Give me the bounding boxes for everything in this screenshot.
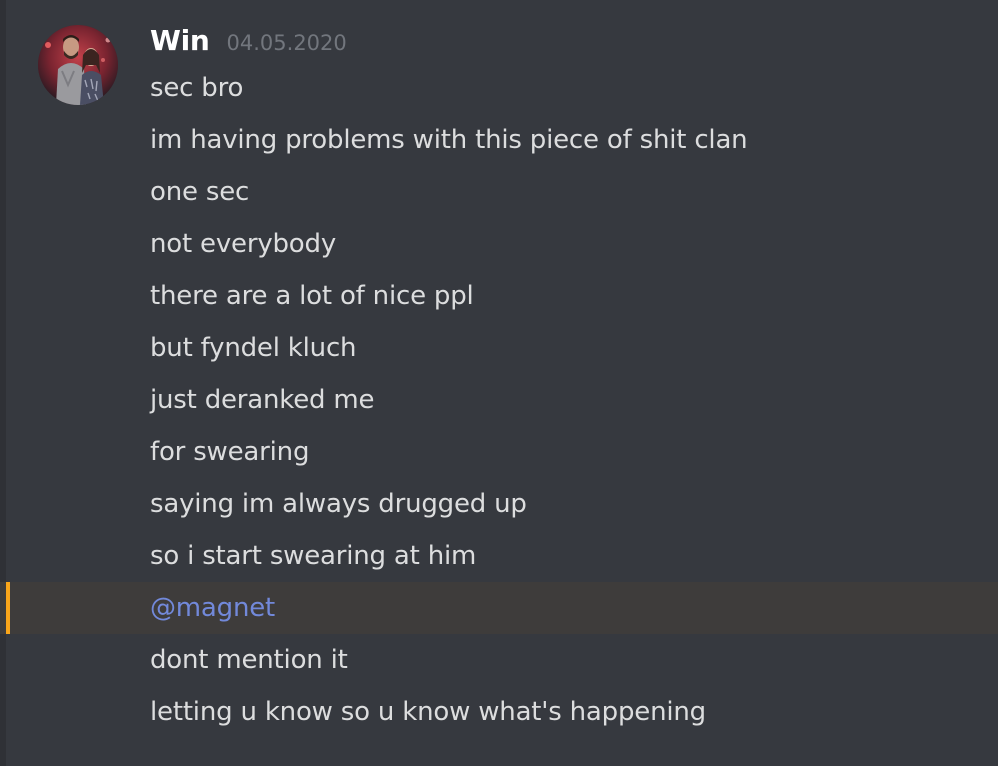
message-header: Win 04.05.2020: [150, 24, 347, 64]
author-username[interactable]: Win: [150, 24, 210, 57]
mention-highlight-bar: [6, 582, 10, 634]
message-line[interactable]: saying im always drugged up: [0, 478, 998, 530]
message-line[interactable]: so i start swearing at him: [0, 530, 998, 582]
message-line[interactable]: letting u know so u know what's happenin…: [0, 686, 998, 738]
message-text: @magnet: [150, 582, 275, 634]
message-text: one sec: [150, 177, 250, 207]
message-text: im having problems with this piece of sh…: [150, 125, 748, 155]
message-text: so i start swearing at him: [150, 541, 477, 571]
message-line[interactable]: just deranked me: [0, 374, 998, 426]
message-line[interactable]: im having problems with this piece of sh…: [0, 114, 998, 166]
message-line[interactable]: not everybody: [0, 218, 998, 270]
message-line[interactable]: there are a lot of nice ppl: [0, 270, 998, 322]
message-timestamp[interactable]: 04.05.2020: [227, 31, 347, 55]
message-text: for swearing: [150, 437, 310, 467]
message-text: letting u know so u know what's happenin…: [150, 697, 706, 727]
mention-message-line[interactable]: @magnet: [0, 582, 998, 634]
message-text: but fyndel kluch: [150, 333, 357, 363]
message-text: sec bro: [150, 73, 244, 103]
message-line[interactable]: dont mention it: [0, 634, 998, 686]
user-mention[interactable]: @magnet: [150, 593, 275, 623]
message-text: dont mention it: [150, 645, 348, 675]
message-text: not everybody: [150, 229, 337, 259]
message-text: just deranked me: [150, 385, 375, 415]
message-line[interactable]: sec bro: [0, 62, 998, 114]
message-line[interactable]: but fyndel kluch: [0, 322, 998, 374]
message-text: saying im always drugged up: [150, 489, 527, 519]
message-line[interactable]: for swearing: [0, 426, 998, 478]
message-text: there are a lot of nice ppl: [150, 281, 474, 311]
message-line[interactable]: one sec: [0, 166, 998, 218]
